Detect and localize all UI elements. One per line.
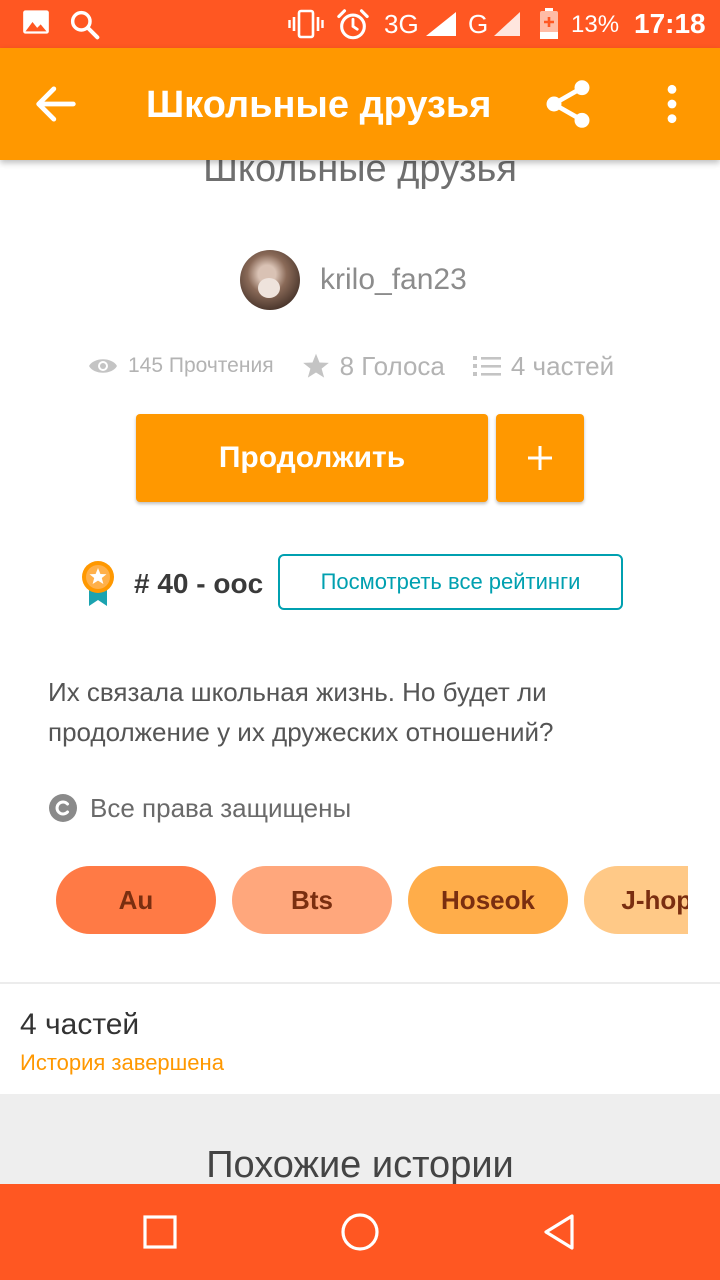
reads-stat: 145 Прочтения xyxy=(88,354,274,378)
search-icon xyxy=(70,10,100,40)
share-icon[interactable] xyxy=(540,76,596,132)
network-3g-label: 3G xyxy=(384,9,419,39)
network-g-label: G xyxy=(468,9,489,39)
author-name[interactable]: krilo_fan23 xyxy=(320,263,467,297)
status-bar: 3G G 13% 17:18 xyxy=(0,0,720,48)
app-bar: Школьные друзья xyxy=(0,48,720,160)
app-bar-title: Школьные друзья xyxy=(146,84,492,126)
vibrate-icon xyxy=(288,9,324,39)
battery-percent: 13% xyxy=(571,11,620,38)
votes-count: 8 Голоса xyxy=(339,350,445,381)
section-divider xyxy=(0,982,720,984)
signal-icon-2 xyxy=(494,12,520,36)
story-stats: 145 Прочтения 8 Голоса 4 частей xyxy=(88,346,614,386)
parts-count-stat: 4 частей xyxy=(510,350,615,381)
eye-icon xyxy=(89,359,117,373)
votes-stat: 8 Голоса xyxy=(302,351,445,382)
copyright-notice: Все права защищены xyxy=(48,790,351,826)
home-icon[interactable] xyxy=(336,1208,384,1256)
list-icon xyxy=(472,356,501,376)
add-to-library-button[interactable] xyxy=(496,414,584,502)
image-icon xyxy=(23,10,49,34)
recent-apps-icon[interactable] xyxy=(136,1208,184,1256)
story-description: Их связала школьная жизнь. Но будет ли п… xyxy=(48,677,554,747)
author-avatar[interactable] xyxy=(240,250,300,310)
rank-text: # 40 - ooc xyxy=(134,568,264,599)
view-all-rankings-button[interactable]: Посмотреть все рейтинги xyxy=(278,554,623,610)
clock: 17:18 xyxy=(634,8,706,39)
signal-icon xyxy=(426,12,456,36)
tag-j-hope[interactable]: J-hope xyxy=(584,866,688,934)
parts-heading[interactable]: 4 частей xyxy=(20,1008,139,1042)
reads-count: 145 Прочтения xyxy=(128,354,274,377)
copyright-text: Все права защищены xyxy=(90,792,352,823)
more-vert-icon[interactable] xyxy=(654,82,690,126)
alarm-icon xyxy=(337,9,369,40)
award-ribbon-icon xyxy=(82,561,114,606)
system-nav-bar xyxy=(0,1184,720,1280)
back-arrow-icon[interactable] xyxy=(30,78,82,130)
battery-charging-icon xyxy=(540,8,558,39)
continue-reading-button[interactable]: Продолжить xyxy=(136,414,488,502)
parts-stat: 4 частей xyxy=(472,350,615,382)
rank-badge: # 40 - ooc xyxy=(80,556,263,612)
back-triangle-icon[interactable] xyxy=(536,1208,584,1256)
tag-hoseok[interactable]: Hoseok xyxy=(408,866,568,934)
star-icon xyxy=(302,353,329,378)
tag-bts[interactable]: Bts xyxy=(232,866,392,934)
author[interactable]: krilo_fan23 xyxy=(240,250,467,310)
copyright-icon xyxy=(49,794,77,822)
similar-stories-title: Похожие истории xyxy=(206,1144,514,1186)
completion-status: История завершена xyxy=(20,1050,224,1075)
tag-list: Au Bts Hoseok J-hope xyxy=(56,866,688,934)
tag-au[interactable]: Au xyxy=(56,866,216,934)
plus-icon xyxy=(528,446,552,470)
